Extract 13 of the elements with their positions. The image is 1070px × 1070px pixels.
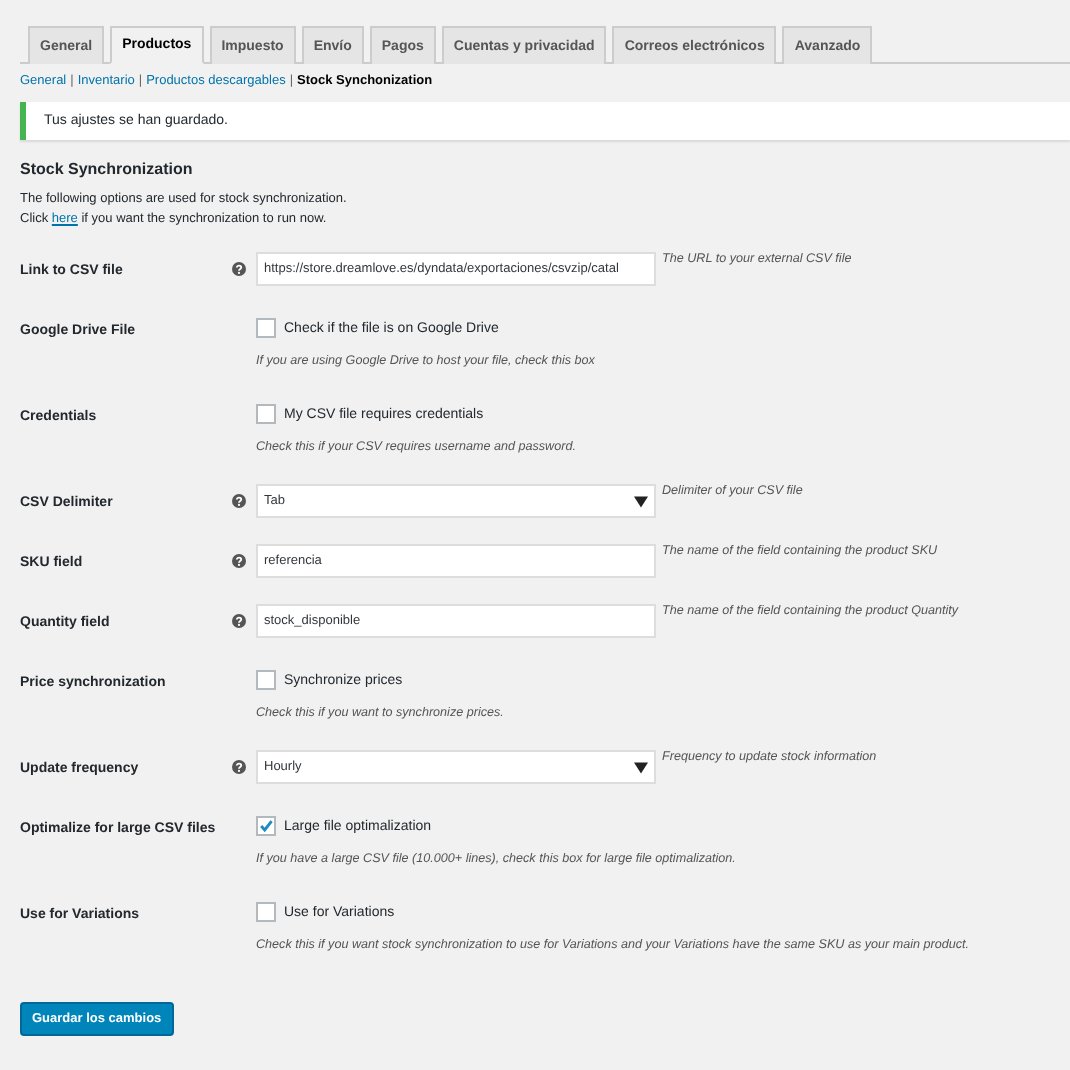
checkbox[interactable] (256, 404, 276, 424)
help-icon[interactable] (232, 614, 246, 628)
help-icon[interactable] (232, 554, 246, 568)
caret-icon (634, 495, 648, 507)
checkbox[interactable] (256, 816, 276, 836)
help-icon[interactable] (232, 494, 246, 508)
checkbox[interactable] (256, 670, 276, 690)
help-icon[interactable] (232, 760, 246, 774)
caret-icon (634, 761, 648, 773)
checkbox[interactable] (256, 318, 276, 338)
section-heading: Stock Synchronization (20, 160, 195, 178)
checkbox[interactable] (256, 902, 276, 922)
help-icon[interactable] (232, 262, 246, 276)
